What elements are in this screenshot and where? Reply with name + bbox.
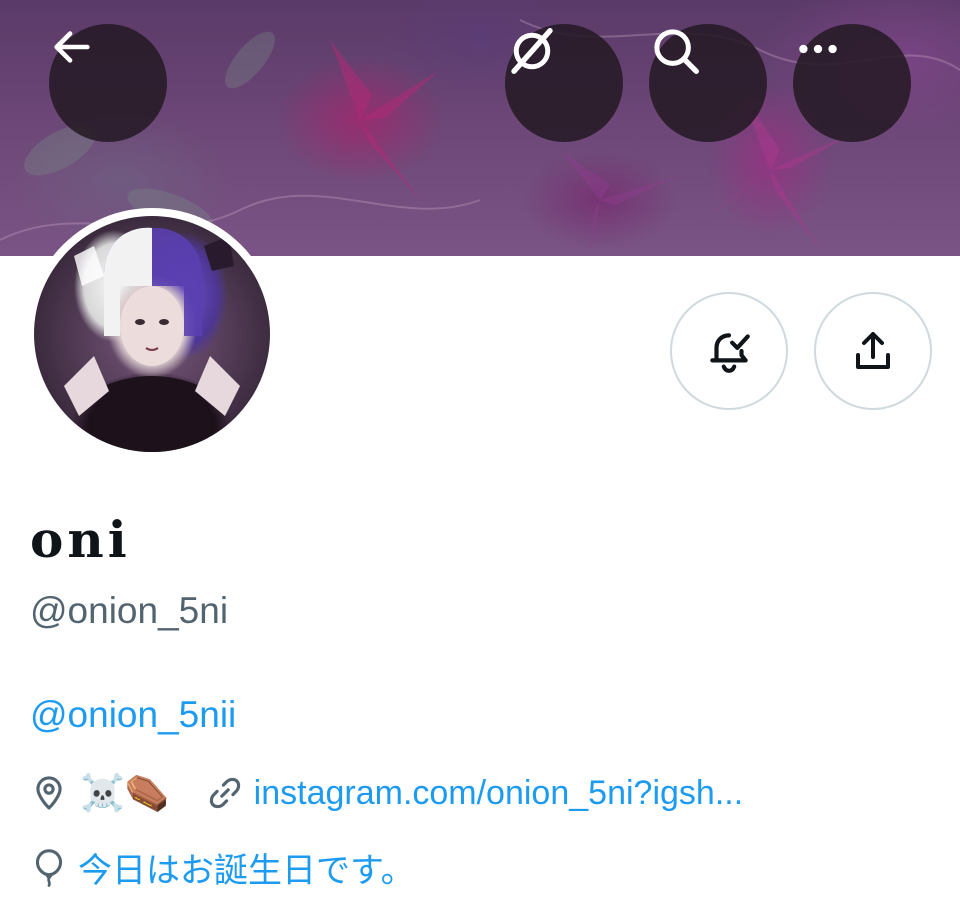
location-text: ☠️⚰️ [80,772,170,813]
grok-button[interactable] [505,24,623,142]
birthday-row: 今日はお誕生日です。 [30,842,415,892]
more-button[interactable] [793,24,911,142]
avatar-portrait [64,227,240,452]
birthday-text: 今日はお誕生日です。 [78,851,415,890]
share-button[interactable] [814,292,932,410]
arrow-left-icon [54,31,90,63]
search-button[interactable] [649,24,767,142]
more-dots-icon [799,44,837,54]
back-button[interactable] [49,24,167,142]
avatar[interactable] [34,216,270,452]
balloon-icon [35,849,63,887]
link-icon [209,777,240,809]
website-link[interactable]: instagram.com/onion_5ni?igsh... [254,774,744,813]
share-upload-icon [856,332,890,369]
notifications-button[interactable] [670,292,788,410]
slashed-circle-icon [511,28,553,74]
bell-check-icon [710,333,750,373]
display-name: oni [30,510,131,569]
profile-meta-row: ☠️⚰️ instagram.com/onion_5ni?igsh... [30,768,743,818]
search-icon [654,29,699,74]
location-pin-icon [36,776,62,810]
user-handle: @onion_5ni [30,590,229,631]
bio-mention-link[interactable]: @onion_5nii [30,694,236,736]
